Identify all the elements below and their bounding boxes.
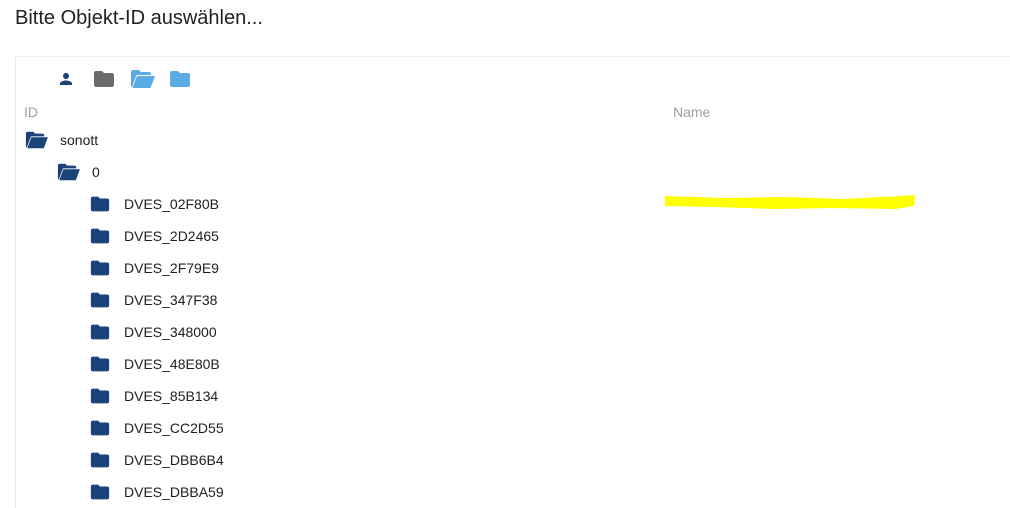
folder-icon[interactable] [88, 480, 112, 504]
tree-row-device[interactable]: DVES_347F38 [88, 284, 217, 316]
folder-icon[interactable] [88, 288, 112, 312]
tree-row-device[interactable]: DVES_02F80B [88, 188, 219, 220]
tree-label: DVES_85B134 [124, 388, 219, 404]
tree-row-device[interactable]: DVES_DBB6B4 [88, 444, 224, 476]
folder-icon[interactable] [88, 256, 112, 280]
tree-label: DVES_02F80B [124, 196, 219, 212]
folder-icon[interactable] [88, 384, 112, 408]
tree-row-device[interactable]: DVES_DBBA59 [88, 476, 224, 508]
folder-closed-icon[interactable] [167, 66, 193, 92]
tree-row-instance[interactable]: 0 [56, 156, 100, 188]
folder-icon[interactable] [88, 416, 112, 440]
tree-label: sonott [60, 132, 99, 148]
tree-label: DVES_48E80B [124, 356, 220, 372]
folder-icon[interactable] [88, 224, 112, 248]
redaction-highlight [665, 195, 915, 209]
tree-label: 0 [92, 164, 100, 180]
tree-row-device[interactable]: DVES_2F79E9 [88, 252, 219, 284]
tree-label: DVES_348000 [124, 324, 217, 340]
tree-label: DVES_DBB6B4 [124, 452, 224, 468]
tree-label: DVES_CC2D55 [124, 420, 224, 436]
tree-row-device[interactable]: DVES_348000 [88, 316, 217, 348]
folder-open-icon[interactable] [24, 128, 48, 152]
person-icon[interactable] [53, 66, 79, 92]
tree-row-device[interactable]: DVES_85B134 [88, 380, 218, 412]
column-header-name[interactable]: Name [673, 104, 710, 120]
folder-open-icon[interactable] [129, 66, 155, 92]
tree-row-root[interactable]: sonott [24, 124, 98, 156]
toolbar [53, 66, 205, 92]
folder-icon[interactable] [88, 192, 112, 216]
object-browser-panel: ID Name sonott 0 DVES_02F80B DVES_2D2465… [15, 56, 1010, 508]
tree-label: DVES_DBBA59 [124, 484, 224, 500]
folder-gray-icon[interactable] [91, 66, 117, 92]
tree-label: DVES_2D2465 [124, 228, 219, 244]
tree-row-device[interactable]: DVES_CC2D55 [88, 412, 224, 444]
folder-open-icon[interactable] [56, 160, 80, 184]
tree-label: DVES_347F38 [124, 292, 218, 308]
column-header-id[interactable]: ID [24, 104, 38, 120]
folder-icon[interactable] [88, 320, 112, 344]
folder-icon[interactable] [88, 352, 112, 376]
tree-row-device[interactable]: DVES_48E80B [88, 348, 220, 380]
dialog-title: Bitte Objekt-ID auswählen... [15, 7, 263, 29]
folder-icon[interactable] [88, 448, 112, 472]
tree-row-device[interactable]: DVES_2D2465 [88, 220, 219, 252]
tree-label: DVES_2F79E9 [124, 260, 219, 276]
